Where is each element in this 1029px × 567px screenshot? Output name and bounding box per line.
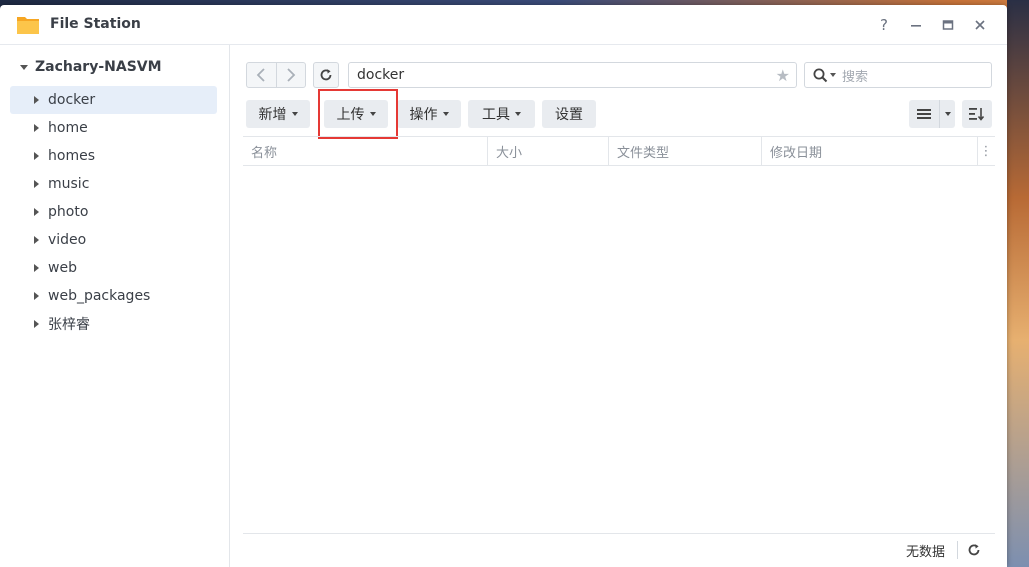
status-refresh-button[interactable] — [965, 541, 983, 559]
tree-item-home[interactable]: home — [10, 114, 217, 142]
refresh-button[interactable] — [313, 62, 339, 88]
tree-item-label: video — [48, 232, 87, 248]
dropdown-caret-icon — [442, 112, 449, 116]
sort-icon — [969, 108, 985, 121]
search-input[interactable]: 搜索 — [804, 62, 992, 88]
action-button[interactable]: 操作 — [397, 100, 461, 128]
tree-item-label: web_packages — [48, 288, 151, 304]
tools-button[interactable]: 工具 — [468, 100, 535, 128]
desktop-background — [1007, 0, 1029, 567]
tree-item-web[interactable]: web — [10, 254, 217, 282]
tree-item-label: web — [48, 260, 77, 276]
file-browser-panel: docker ★ 搜索 新增 上传 操作 工具 设置 名称 大小 文件类型 修改… — [231, 45, 1007, 567]
collapse-arrow-icon[interactable] — [34, 236, 39, 244]
dropdown-caret-icon — [369, 112, 376, 116]
refresh-icon — [968, 544, 980, 556]
minimize-button[interactable] — [906, 15, 926, 35]
tree-item-label: 张梓睿 — [48, 317, 90, 333]
collapse-arrow-icon[interactable] — [34, 180, 39, 188]
maximize-button[interactable] — [938, 15, 958, 35]
chevron-left-icon — [257, 68, 266, 82]
folder-app-icon — [17, 17, 39, 34]
sort-button[interactable] — [962, 100, 992, 128]
column-header-label: 文件类型 — [617, 145, 670, 161]
collapse-arrow-icon[interactable] — [34, 292, 39, 300]
minimize-icon — [911, 25, 921, 27]
chevron-right-icon — [287, 68, 296, 82]
tree-item-music[interactable]: music — [10, 170, 217, 198]
tree-item-label: homes — [48, 148, 95, 164]
tree-root-label: Zachary-NASVM — [35, 59, 162, 75]
history-nav — [246, 62, 306, 88]
back-button[interactable] — [247, 63, 276, 87]
collapse-arrow-icon[interactable] — [34, 124, 39, 132]
list-view-icon[interactable] — [909, 100, 939, 128]
collapse-arrow-icon[interactable] — [34, 264, 39, 272]
tree-item-label: home — [48, 120, 88, 136]
maximize-icon — [942, 20, 954, 30]
status-bar: 无数据 — [243, 533, 995, 565]
collapse-arrow-icon[interactable] — [34, 320, 39, 328]
column-header-type[interactable]: 文件类型 — [609, 137, 762, 165]
column-header-label: 大小 — [496, 145, 523, 161]
tree-item-label: music — [48, 176, 90, 192]
status-text: 无数据 — [905, 545, 945, 560]
column-header-modified[interactable]: 修改日期 — [762, 137, 978, 165]
tree-item-homes[interactable]: homes — [10, 142, 217, 170]
create-button-label: 新增 — [258, 107, 287, 123]
window-title: File Station — [50, 16, 141, 32]
search-placeholder: 搜索 — [842, 69, 869, 85]
file-station-window: File Station ? Zachary-NASVM docker home… — [0, 5, 1007, 567]
settings-button-label: 设置 — [555, 107, 583, 123]
tree-item-video[interactable]: video — [10, 226, 217, 254]
tree-root-node[interactable]: Zachary-NASVM — [20, 59, 162, 75]
tree-item-web-packages[interactable]: web_packages — [10, 282, 217, 310]
action-button-label: 操作 — [409, 107, 438, 123]
tree-item-docker[interactable]: docker — [10, 86, 217, 114]
forward-button[interactable] — [275, 63, 305, 87]
path-text: docker — [357, 67, 405, 83]
expand-arrow-icon[interactable] — [20, 64, 28, 70]
help-button[interactable]: ? — [874, 15, 894, 35]
collapse-arrow-icon[interactable] — [34, 96, 39, 104]
collapse-arrow-icon[interactable] — [34, 152, 39, 160]
close-button[interactable] — [970, 15, 990, 35]
collapse-arrow-icon[interactable] — [34, 208, 39, 216]
refresh-icon — [320, 69, 332, 81]
file-list-header: 名称 大小 文件类型 修改日期 ⋮ — [243, 136, 995, 166]
tree-item-photo[interactable]: photo — [10, 198, 217, 226]
dropdown-caret-icon — [515, 112, 521, 116]
tools-button-label: 工具 — [482, 107, 510, 123]
column-header-label: 修改日期 — [770, 145, 823, 161]
column-header-label: 名称 — [251, 145, 278, 161]
close-icon — [975, 20, 985, 30]
path-bar[interactable]: docker ★ — [348, 62, 797, 88]
view-options-caret-icon[interactable] — [939, 100, 955, 128]
search-icon[interactable] — [813, 68, 828, 83]
column-options-icon[interactable]: ⋮ — [978, 137, 994, 165]
create-button[interactable]: 新增 — [246, 100, 310, 128]
settings-button[interactable]: 设置 — [542, 100, 596, 128]
upload-button[interactable]: 上传 — [324, 100, 388, 128]
search-options-caret-icon[interactable] — [830, 73, 836, 77]
upload-button-label: 上传 — [336, 107, 365, 123]
tree-item-user-folder[interactable]: 张梓睿 — [10, 310, 217, 338]
tree-item-label: photo — [48, 204, 89, 220]
column-header-name[interactable]: 名称 — [243, 137, 488, 165]
dropdown-caret-icon — [291, 112, 298, 116]
title-bar: File Station ? — [0, 5, 1007, 45]
column-header-size[interactable]: 大小 — [488, 137, 609, 165]
status-divider — [957, 541, 958, 559]
view-mode-button[interactable] — [909, 100, 955, 128]
folder-tree: Zachary-NASVM docker home homes music ph… — [0, 45, 230, 567]
favorite-star-icon[interactable]: ★ — [776, 66, 790, 85]
tree-item-label: docker — [48, 92, 96, 108]
